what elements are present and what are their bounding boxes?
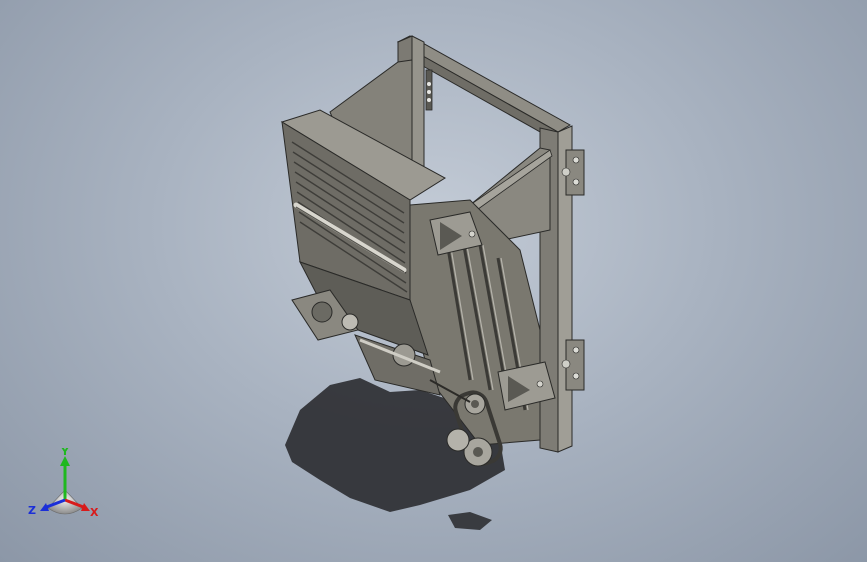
orientation-triad[interactable]: Y X Z: [24, 448, 106, 522]
graphics-viewport[interactable]: Y X Z: [0, 0, 867, 562]
x-axis-label: X: [90, 506, 99, 519]
cad-model-viewport[interactable]: [0, 0, 867, 562]
y-axis-label: Y: [60, 448, 70, 458]
z-axis-label: Z: [28, 504, 36, 517]
